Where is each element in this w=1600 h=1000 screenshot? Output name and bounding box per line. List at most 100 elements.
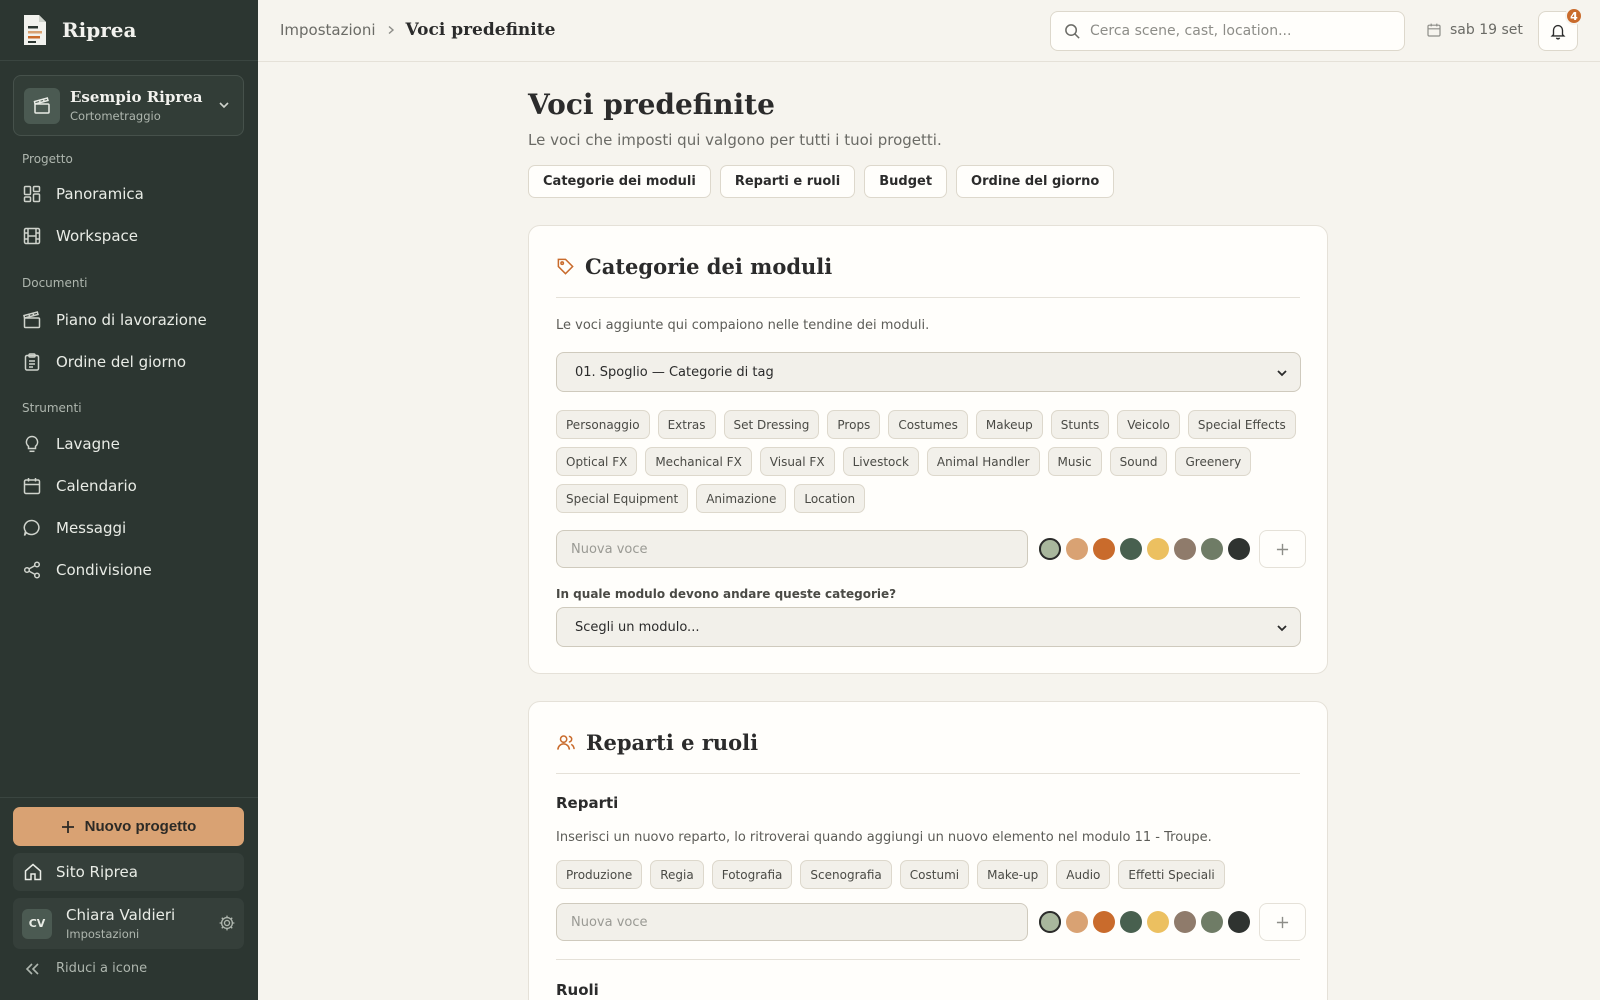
list-item[interactable]: Regia — [650, 860, 704, 889]
sidebar-item-label: Ordine del giorno — [56, 353, 187, 371]
color-swatch[interactable] — [1039, 911, 1061, 933]
divider — [556, 959, 1300, 960]
sidebar-item-lavagne[interactable]: Lavagne — [22, 434, 120, 454]
collapse-sidebar-button[interactable]: Riduci a icone — [24, 961, 147, 976]
list-item[interactable]: Animal Handler — [926, 447, 1040, 476]
chevron-right-icon — [386, 21, 396, 39]
color-swatch[interactable] — [1120, 538, 1142, 560]
color-swatch[interactable] — [1228, 911, 1250, 933]
page-subtitle: Le voci che imposti qui valgono per tutt… — [528, 131, 942, 149]
plus-icon — [61, 820, 74, 833]
user-settings-label: Impostazioni — [66, 927, 140, 941]
color-swatch[interactable] — [1093, 538, 1115, 560]
divider — [556, 773, 1300, 774]
sidebar-item-workspace[interactable]: Workspace — [22, 226, 138, 246]
list-item[interactable]: Personaggio — [556, 410, 650, 439]
sidebar-item-calendario[interactable]: Calendario — [22, 476, 137, 496]
sidebar-item-ordine[interactable]: Ordine del giorno — [22, 352, 186, 372]
list-item[interactable]: Extras — [657, 410, 716, 439]
add-department-button[interactable] — [1259, 903, 1306, 941]
color-swatches — [1039, 911, 1250, 933]
list-item[interactable]: Costumes — [888, 410, 968, 439]
list-item[interactable]: Location — [794, 484, 866, 513]
list-item[interactable]: Produzione — [556, 860, 643, 889]
list-item[interactable]: Make-up — [977, 860, 1049, 889]
tab-reparti[interactable]: Reparti e ruoli — [719, 165, 856, 198]
list-item[interactable]: Music — [1047, 447, 1102, 476]
user-card[interactable]: CV Chiara Valdieri Impostazioni — [13, 898, 244, 949]
color-swatch[interactable] — [1228, 538, 1250, 560]
list-item[interactable]: Special Equipment — [556, 484, 689, 513]
new-department-input[interactable] — [556, 903, 1028, 941]
color-swatch[interactable] — [1201, 911, 1223, 933]
list-item[interactable]: Greenery — [1175, 447, 1252, 476]
list-item[interactable]: Veicolo — [1117, 410, 1180, 439]
sidebar-item-label: Messaggi — [56, 519, 127, 537]
list-item[interactable]: Makeup — [975, 410, 1043, 439]
target-module-select[interactable]: Scegli un modulo... — [556, 607, 1301, 647]
project-switcher[interactable]: Esempio Riprea Cortometraggio — [13, 75, 244, 136]
sidebar-item-label: Condivisione — [56, 561, 152, 579]
sidebar-item-label: Panoramica — [56, 185, 144, 203]
calendar-icon — [23, 478, 41, 495]
new-project-button[interactable]: Nuovo progetto — [13, 807, 244, 846]
color-swatch[interactable] — [1174, 911, 1196, 933]
color-swatch[interactable] — [1093, 911, 1115, 933]
list-item[interactable]: Visual FX — [759, 447, 835, 476]
tag-icon — [557, 258, 574, 275]
grid-icon — [23, 185, 41, 203]
sidebar-item-messaggi[interactable]: Messaggi — [22, 518, 126, 538]
list-item[interactable]: Mechanical FX — [645, 447, 752, 476]
color-swatch[interactable] — [1066, 538, 1088, 560]
module-select-value: 01. Spoglio — Categorie di tag — [575, 364, 774, 380]
search-input[interactable] — [1090, 23, 1380, 39]
color-swatch[interactable] — [1147, 911, 1169, 933]
date-display[interactable]: sab 19 set — [1426, 22, 1523, 38]
chevron-down-icon — [1277, 625, 1287, 632]
list-item[interactable]: Costumi — [899, 860, 970, 889]
chevron-down-icon — [1277, 370, 1287, 377]
color-swatches — [1039, 538, 1250, 560]
bulb-icon — [25, 435, 39, 453]
tab-categorie[interactable]: Categorie dei moduli — [528, 165, 711, 198]
list-item[interactable]: Props — [827, 410, 881, 439]
color-swatch[interactable] — [1201, 538, 1223, 560]
search-box[interactable] — [1050, 11, 1405, 51]
brand[interactable]: Riprea — [0, 0, 258, 61]
target-module-value: Scegli un modulo... — [575, 619, 700, 635]
sidebar-item-piano[interactable]: Piano di lavorazione — [22, 310, 207, 330]
list-item[interactable]: Stunts — [1050, 410, 1110, 439]
share-icon — [23, 561, 41, 579]
list-item[interactable]: Audio — [1056, 860, 1111, 889]
notification-count-badge: 4 — [1565, 7, 1583, 25]
new-category-input[interactable] — [556, 530, 1028, 568]
tab-ordine[interactable]: Ordine del giorno — [956, 165, 1115, 198]
list-item[interactable]: Effetti Speciali — [1118, 860, 1225, 889]
color-swatch[interactable] — [1174, 538, 1196, 560]
gear-icon[interactable] — [218, 914, 236, 932]
notifications-button[interactable]: 4 — [1538, 7, 1583, 51]
tab-budget[interactable]: Budget — [864, 165, 948, 198]
list-item[interactable]: Scenografia — [800, 860, 892, 889]
reparti-chips: Produzione Regia Fotografia Scenografia … — [556, 860, 1306, 889]
module-select[interactable]: 01. Spoglio — Categorie di tag — [556, 352, 1301, 392]
project-name: Esempio Riprea — [70, 88, 203, 106]
sidebar-item-condivisione[interactable]: Condivisione — [22, 560, 152, 580]
nav-section-documenti: Documenti — [22, 276, 88, 290]
categories-card: Categorie dei moduli Le voci aggiunte qu… — [528, 225, 1328, 674]
list-item[interactable]: Sound — [1109, 447, 1168, 476]
list-item[interactable]: Special Effects — [1187, 410, 1296, 439]
list-item[interactable]: Animazione — [696, 484, 787, 513]
list-item[interactable]: Optical FX — [556, 447, 638, 476]
add-category-button[interactable] — [1259, 530, 1306, 568]
list-item[interactable]: Set Dressing — [723, 410, 820, 439]
site-link[interactable]: Sito Riprea — [13, 853, 244, 891]
color-swatch[interactable] — [1147, 538, 1169, 560]
breadcrumb-parent[interactable]: Impostazioni — [280, 21, 376, 39]
list-item[interactable]: Livestock — [842, 447, 919, 476]
color-swatch[interactable] — [1039, 538, 1061, 560]
list-item[interactable]: Fotografia — [711, 860, 793, 889]
color-swatch[interactable] — [1120, 911, 1142, 933]
color-swatch[interactable] — [1066, 911, 1088, 933]
sidebar-item-panoramica[interactable]: Panoramica — [22, 184, 144, 204]
